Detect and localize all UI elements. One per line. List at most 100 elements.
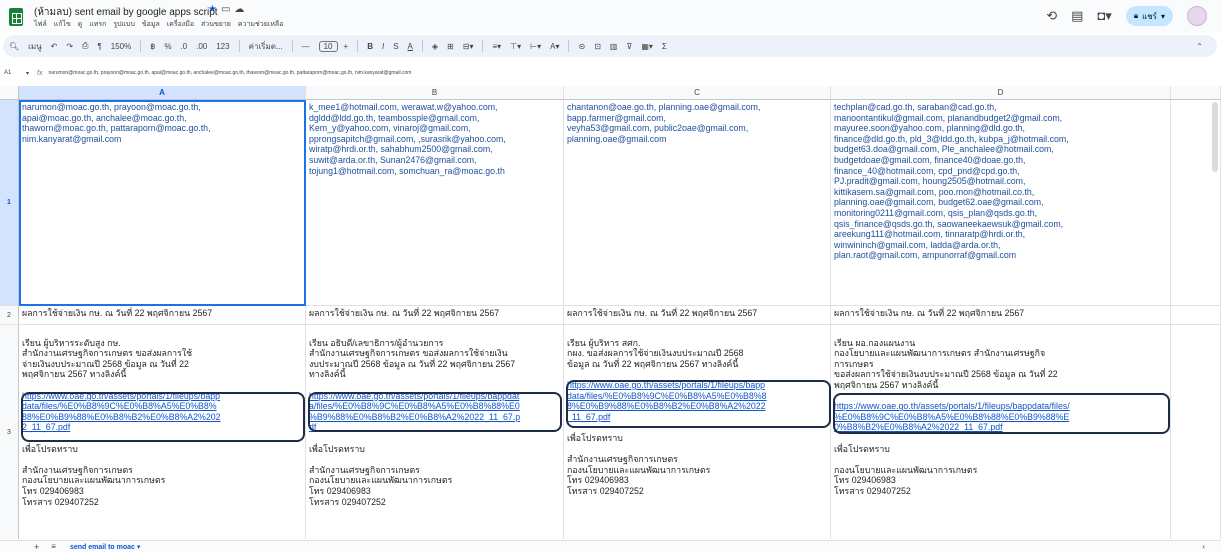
text-color-button[interactable]: A [408,42,413,51]
font-size-input[interactable]: 10 [318,40,338,52]
print-icon[interactable]: ⎙ [82,41,88,51]
star-icon[interactable]: ★ [208,4,221,15]
borders-icon[interactable]: ⊞ [447,42,454,51]
cloud-icon[interactable]: ☁ [234,4,248,15]
horizontal-align-icon[interactable]: ≡▾ [492,42,501,51]
header: (ห้ามลบ) sent email by google apps scrip… [0,0,1221,32]
menu-format[interactable]: รูปแบบ [113,21,135,28]
cell-b2[interactable]: ผลการใช้จ่ายเงิน กษ. ณ วันที่ 22 พฤศจิกา… [306,306,564,325]
menu-extensions[interactable]: ส่วนขยาย [201,21,231,28]
document-title[interactable]: (ห้ามลบ) sent email by google apps scrip… [34,5,218,20]
filter-views-icon[interactable]: ▦▾ [641,42,653,51]
name-box-dropdown-icon[interactable]: ▾ [26,70,29,77]
menus-search-label[interactable]: เมนู [28,40,41,53]
cell-a3-link[interactable]: https://www.oae.go.th/assets/portals/1/f… [22,391,302,433]
number-format-button[interactable]: 123 [216,42,229,51]
sheet-tab-label: send email to moac [69,543,135,551]
insert-chart-icon[interactable]: ▥ [610,42,618,51]
separator [482,40,484,52]
text-rotation-icon[interactable]: A▾ [550,42,559,51]
select-all-corner[interactable] [0,86,19,100]
column-header-e[interactable] [1171,86,1221,100]
menu-help[interactable]: ความช่วยเหลือ [238,21,283,28]
separator [238,40,240,52]
functions-button[interactable]: Σ [662,42,667,51]
cell-b1[interactable]: k_mee1@hotmail.com, werawat.w@yahoo.com,… [306,100,564,306]
separator [421,40,423,52]
paint-format-icon[interactable]: ¶ [97,42,101,51]
decrease-decimal-button[interactable]: .0 [180,42,187,51]
insert-comment-icon[interactable]: ⊡ [594,42,601,51]
redo-icon[interactable]: ↷ [66,42,73,51]
comment-icon[interactable]: ▤ [1071,8,1083,24]
text-wrap-icon[interactable]: ⊢▾ [530,42,541,51]
zoom-select[interactable]: 150% [111,42,131,51]
cell-d3-signature: เพื่อโปรดทราบ กองนโยบายและแผนพัฒนาการเกษ… [834,443,978,496]
cell-c1[interactable]: chantanon@oae.go.th, planning.oae@gmail.… [564,100,831,306]
history-icon[interactable]: ⟲ [1046,8,1057,24]
cell-a3[interactable]: เรียน ผู้บริหารระดับสูง กษ. สำนักงานเศรษ… [19,325,306,539]
cell-c3-link[interactable]: https://www.oae.go.th/assets/portals/1/f… [567,380,827,422]
cell-c2[interactable]: ผลการใช้จ่ายเงิน กษ. ณ วันที่ 22 พฤศจิกา… [564,306,831,325]
formula-input[interactable]: narumon@moac.go.th, prayoon@moac.go.th, … [48,70,411,76]
bold-button[interactable]: B [367,42,373,51]
fill-color-icon[interactable]: ◈ [432,42,438,51]
currency-format-button[interactable]: ฿ [150,42,155,51]
avatar[interactable] [1187,6,1207,26]
insert-link-icon[interactable]: ⊝ [578,42,585,51]
row-header-2[interactable]: 2 [0,306,19,325]
menu-tools[interactable]: เครื่องมือ [167,21,194,28]
filter-icon[interactable]: ⊽ [626,42,632,51]
cell-a2[interactable]: ผลการใช้จ่ายเงิน กษ. ณ วันที่ 22 พฤศจิกา… [19,306,306,325]
name-box[interactable]: A1 [0,70,26,76]
cell-c3-signature: เพื่อโปรดทราบ สำนักงานเศรษฐกิจการเกษตร ก… [567,432,711,496]
collapse-toolbar-icon[interactable]: ⌃ [1196,42,1203,51]
spreadsheet-grid[interactable]: A B C D 1 2 3 narumon@moac.go.th, prayoo… [0,86,1221,539]
cell-c3[interactable]: เรียน ผู้บริหาร สศก. กผง. ขอส่งผลการใช้จ… [564,325,831,539]
cell-a1[interactable]: narumon@moac.go.th, prayoon@moac.go.th, … [19,100,306,306]
all-sheets-button[interactable]: ≡ [51,542,56,551]
font-size-increase-button[interactable]: + [344,42,349,51]
cell-b3-link[interactable]: https://www.oae.go.th/assets/portals/1/f… [309,391,560,433]
sheet-tab-send-email[interactable]: send email to moac ▾ [70,543,140,551]
menu-file[interactable]: ไฟล์ [34,21,47,28]
column-header-a[interactable]: A [19,86,306,100]
cell-e3[interactable] [1171,325,1221,539]
strikethrough-button[interactable]: S [393,42,398,51]
cell-e2[interactable] [1171,306,1221,325]
column-header-d[interactable]: D [831,86,1171,100]
menu-data[interactable]: ข้อมูล [142,21,160,28]
separator [568,40,570,52]
merge-cells-icon[interactable]: ⊟▾ [463,42,474,51]
cell-d1[interactable]: techplan@cad.go.th, saraban@cad.go.th, m… [831,100,1171,306]
folder-icon[interactable]: ▭ [221,4,234,15]
sheets-logo-icon[interactable] [9,8,23,26]
menu-view[interactable]: ดู [78,21,83,28]
cell-d2[interactable]: ผลการใช้จ่ายเงิน กษ. ณ วันที่ 22 พฤศจิกา… [831,306,1171,325]
cell-d3[interactable]: เรียน ผอ.กองแผนงาน กองโยบายและแผนพัฒนากา… [831,325,1171,539]
italic-button[interactable]: I [382,42,384,51]
add-sheet-button[interactable]: + [34,542,39,552]
font-select[interactable]: ค่าเริ่มต... [249,40,283,53]
cell-d3-link[interactable]: https://www.oae.go.th/assets/portals/1/f… [834,401,1167,433]
percent-format-button[interactable]: % [164,42,171,51]
menu-edit[interactable]: แก้ไข [54,21,71,28]
share-button[interactable]: 🔒︎ แชร์ ▾ [1125,6,1173,26]
sheet-bar: + ≡ send email to moac ▾ ‹ [0,540,1221,552]
undo-icon[interactable]: ↶ [51,42,58,51]
sheets-app: (ห้ามลบ) sent email by google apps scrip… [0,0,1221,552]
vertical-scrollbar[interactable] [1212,102,1218,172]
meet-icon[interactable]: ◘▾ [1097,8,1111,24]
row-header-1[interactable]: 1 [0,100,19,306]
column-header-c[interactable]: C [564,86,831,100]
search-menus-icon[interactable]: 🔍︎ [9,42,19,51]
title-icons: ★▭☁ [208,4,248,15]
column-header-b[interactable]: B [306,86,564,100]
explore-collapse-icon[interactable]: ‹ [1202,542,1205,551]
vertical-align-icon[interactable]: ⊤▾ [510,42,521,51]
font-size-decrease-button[interactable]: — [302,42,310,51]
menu-insert[interactable]: แทรก [89,21,106,28]
row-header-3[interactable]: 3 [0,325,19,539]
increase-decimal-button[interactable]: .00 [196,42,207,51]
cell-b3[interactable]: เรียน อธิบดี/เลขาธิการ/ผู้อำนวยการ สำนัก… [306,325,564,539]
